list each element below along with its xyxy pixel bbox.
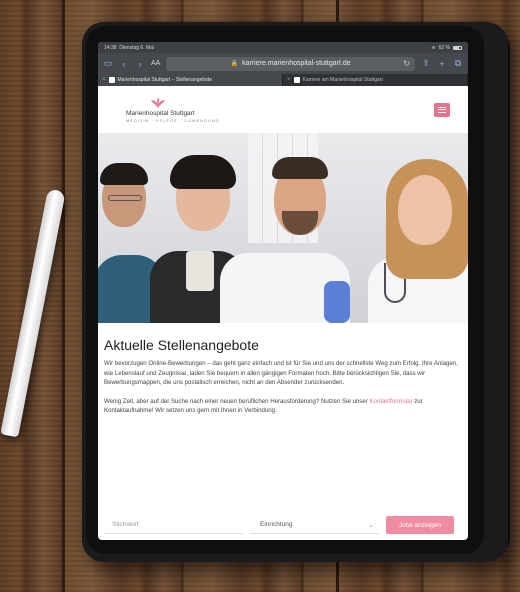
forward-icon[interactable]: › <box>135 59 145 69</box>
intro-paragraph: Wir bevorzugen Online-Bewerbungen – das … <box>104 360 458 387</box>
sidebar-icon[interactable]: ▭ <box>103 58 113 69</box>
tab-label: Karriere am Marienhospital Stuttgart <box>302 77 383 83</box>
contact-paragraph: Wenig Zeit, aber auf der Suche nach eine… <box>104 397 423 415</box>
keyword-input[interactable]: Stichwort <box>104 516 244 534</box>
job-search-form: Stichwort Einrichtung ⌄ Jobs anzeigen <box>98 514 468 536</box>
browser-tab[interactable]: × Karriere am Marienhospital Stuttgart <box>283 74 468 86</box>
facility-select-value: Einrichtung <box>260 521 293 528</box>
tab-label: Marienhospital Stuttgart – Stellenangebo… <box>117 77 213 83</box>
logo-flower-icon <box>151 96 165 108</box>
reload-icon[interactable]: ↻ <box>403 59 410 68</box>
logo-tagline: MEDIZIN · PFLEGE · ZUWENDUNG <box>126 117 220 123</box>
facility-select[interactable]: Einrichtung ⌄ <box>250 516 380 534</box>
new-tab-icon[interactable]: + <box>437 59 447 69</box>
glasses <box>108 195 142 201</box>
favicon-icon <box>108 77 115 83</box>
share-icon[interactable]: ⇪ <box>421 58 431 69</box>
close-tab-icon[interactable]: × <box>287 77 291 83</box>
hero-photo <box>98 133 468 323</box>
wifi-icon: ≋ <box>431 44 436 51</box>
menu-button[interactable] <box>434 102 450 117</box>
tabs-overview-icon[interactable]: ⧉ <box>453 58 463 69</box>
blue-glove <box>324 281 350 323</box>
tab-strip: × Marienhospital Stuttgart – Stellenange… <box>98 74 468 86</box>
show-jobs-button[interactable]: Jobs anzeigen <box>386 516 454 534</box>
reader-text-size-button[interactable]: AA <box>151 60 160 67</box>
battery-icon <box>453 45 462 50</box>
tablet-screen: 14:38 Dienstag 6. Mai ≋ 62 % ▭ ‹ › AA 🔒 … <box>98 42 468 540</box>
chevron-down-icon: ⌄ <box>368 521 374 529</box>
lock-icon: 🔒 <box>230 61 239 67</box>
address-bar[interactable]: 🔒 karriere.marienhospital-stuttgart.de ↻ <box>166 56 415 71</box>
page-title: Aktuelle Stellenangebote <box>104 337 259 353</box>
job-offers-section: Aktuelle Stellenangebote Wir bevorzugen … <box>98 323 468 416</box>
status-time: 14:38 <box>104 44 117 51</box>
favicon-icon <box>293 77 300 83</box>
contact-form-link[interactable]: Kontaktformular <box>369 398 412 405</box>
status-bar: 14:38 Dienstag 6. Mai ≋ 62 % <box>98 42 468 53</box>
site-header: Marienhospital Stuttgart MEDIZIN · PFLEG… <box>98 86 468 133</box>
url-text: karriere.marienhospital-stuttgart.de <box>242 60 351 67</box>
wood-board-gap <box>62 0 65 592</box>
browser-tab[interactable]: × Marienhospital Stuttgart – Stellenange… <box>98 74 283 86</box>
logo-name: Marienhospital Stuttgart <box>126 109 195 117</box>
battery-percent: 62 % <box>438 44 450 51</box>
status-date: Dienstag 6. Mai <box>119 44 155 51</box>
site-logo[interactable]: Marienhospital Stuttgart MEDIZIN · PFLEG… <box>126 96 220 123</box>
hamburger-icon <box>438 106 446 108</box>
close-tab-icon[interactable]: × <box>102 77 106 83</box>
browser-toolbar: ▭ ‹ › AA 🔒 karriere.marienhospital-stutt… <box>98 53 468 74</box>
back-icon[interactable]: ‹ <box>119 59 129 69</box>
